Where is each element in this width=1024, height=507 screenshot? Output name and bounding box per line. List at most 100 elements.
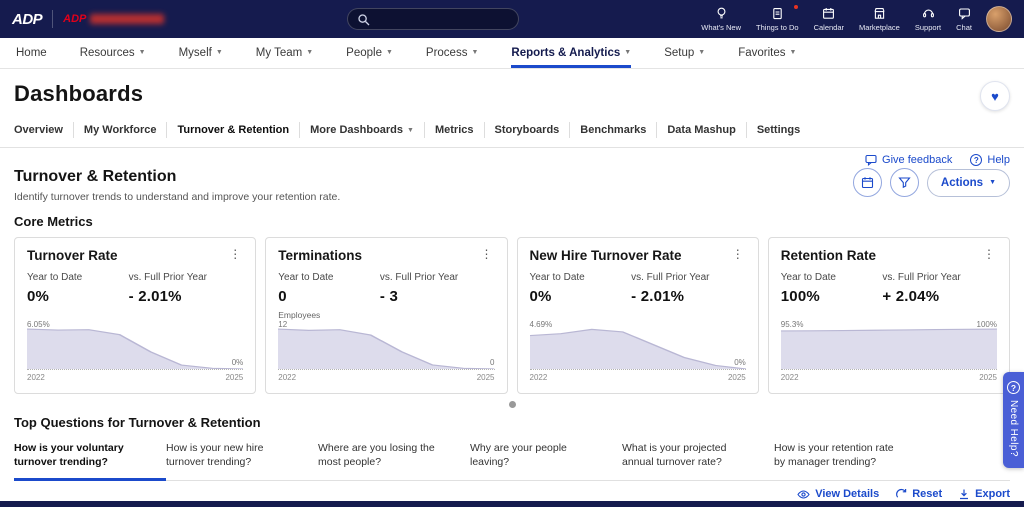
tab-metrics[interactable]: Metrics (424, 122, 484, 138)
nav-item-my-team[interactable]: My Team▼ (256, 38, 313, 68)
main-nav: Home Resources▼ Myself▼ My Team▼ People▼… (0, 38, 1024, 69)
question-tab-voluntary-turnover[interactable]: How is your voluntary turnover trending? (14, 438, 166, 481)
nav-item-reports-analytics[interactable]: Reports & Analytics▼ (511, 38, 631, 68)
things-to-do-button[interactable]: Things to Do (756, 6, 799, 32)
unit-label (530, 310, 746, 321)
section-header-text: Turnover & Retention Identify turnover t… (14, 168, 340, 203)
view-details-label: View Details (815, 488, 879, 500)
value-number: 0% (27, 288, 129, 305)
kebab-menu-icon[interactable]: ⋮ (479, 248, 495, 260)
search-input[interactable] (376, 13, 518, 25)
tab-label: More Dashboards (310, 124, 403, 136)
nav-item-people[interactable]: People▼ (346, 38, 393, 68)
kebab-menu-icon[interactable]: ⋮ (730, 248, 746, 260)
reset-link[interactable]: Reset (895, 488, 942, 500)
chat-bubble-icon (957, 6, 972, 21)
chat-button[interactable]: Chat (956, 6, 972, 32)
filter-button[interactable] (890, 168, 919, 197)
value-label: vs. Full Prior Year (380, 272, 482, 283)
export-link[interactable]: Export (958, 488, 1010, 500)
date-range-button[interactable] (853, 168, 882, 197)
value-label: Year to Date (781, 272, 883, 283)
favorite-button[interactable]: ♥ (980, 81, 1010, 111)
card-terminations: Terminations ⋮ Year to Date 0 vs. Full P… (265, 237, 507, 394)
need-help-tab[interactable]: ? Need Help? (1003, 372, 1024, 468)
chevron-down-icon: ▼ (407, 127, 414, 134)
actions-button[interactable]: Actions ▼ (927, 169, 1010, 197)
value-number: - 3 (380, 288, 482, 305)
chevron-down-icon: ▼ (386, 49, 393, 56)
user-avatar[interactable] (986, 6, 1012, 32)
value-label: Year to Date (278, 272, 380, 283)
chart-x-axis: 2022 2025 (278, 373, 494, 382)
filter-icon (898, 176, 911, 189)
storefront-icon (872, 6, 887, 21)
nav-item-process[interactable]: Process▼ (426, 38, 478, 68)
search-bar[interactable] (347, 8, 519, 30)
sparkline-chart: 6.05% 0% (27, 322, 243, 370)
tab-data-mashup[interactable]: Data Mashup (656, 122, 745, 138)
top-bar: ADP ADP What's New Things to Do (0, 0, 1024, 38)
feedback-bubble-icon (865, 154, 877, 166)
value-col: Year to Date 0 (278, 272, 380, 305)
company-logo: ADP (63, 13, 164, 25)
chevron-down-icon: ▼ (471, 49, 478, 56)
nav-label: Reports & Analytics (511, 47, 620, 59)
tab-more-dashboards[interactable]: More Dashboards ▼ (299, 122, 424, 138)
search-icon (357, 13, 370, 26)
view-details-link[interactable]: View Details (797, 488, 879, 500)
need-help-label: Need Help? (1008, 400, 1019, 457)
nav-item-resources[interactable]: Resources▼ (80, 38, 146, 68)
top-questions-heading: Top Questions for Turnover & Retention (14, 415, 1010, 430)
tab-settings[interactable]: Settings (746, 122, 810, 138)
chevron-down-icon: ▼ (989, 179, 996, 186)
x-start-label: 2022 (278, 373, 296, 382)
value-number: - 2.01% (631, 288, 733, 305)
things-to-do-label: Things to Do (756, 23, 799, 32)
tab-storyboards[interactable]: Storyboards (484, 122, 570, 138)
marketplace-label: Marketplace (859, 23, 900, 32)
adp-logo: ADP (12, 11, 42, 28)
tab-label: Turnover & Retention (177, 124, 289, 136)
card-title: Retention Rate (781, 248, 876, 263)
tab-turnover-retention[interactable]: Turnover & Retention (166, 122, 299, 138)
value-col: vs. Full Prior Year - 2.01% (631, 272, 733, 305)
question-tab-projected-annual[interactable]: What is your projected annual turnover r… (622, 438, 774, 481)
value-label: vs. Full Prior Year (882, 272, 984, 283)
question-tab-losing-most-people[interactable]: Where are you losing the most people? (318, 438, 470, 481)
nav-item-favorites[interactable]: Favorites▼ (738, 38, 796, 68)
nav-item-setup[interactable]: Setup▼ (664, 38, 705, 68)
card-title: New Hire Turnover Rate (530, 248, 682, 263)
question-mark-icon: ? (1007, 381, 1020, 394)
whats-new-button[interactable]: What's New (701, 6, 741, 32)
calendar-button[interactable]: Calendar (814, 6, 844, 32)
carousel-dot[interactable] (509, 401, 516, 408)
help-link[interactable]: ? Help (970, 154, 1010, 166)
x-start-label: 2022 (27, 373, 45, 382)
marketplace-button[interactable]: Marketplace (859, 6, 900, 32)
give-feedback-link[interactable]: Give feedback (865, 154, 952, 166)
tab-my-workforce[interactable]: My Workforce (73, 122, 167, 138)
metric-cards-row: Turnover Rate ⋮ Year to Date 0% vs. Full… (14, 237, 1010, 394)
nav-item-myself[interactable]: Myself▼ (179, 38, 223, 68)
tab-overview[interactable]: Overview (14, 122, 73, 138)
tab-label: Settings (757, 124, 800, 136)
question-tab-people-leaving[interactable]: Why are your people leaving? (470, 438, 622, 481)
tab-benchmarks[interactable]: Benchmarks (569, 122, 656, 138)
card-values: Year to Date 100% vs. Full Prior Year + … (781, 272, 997, 305)
help-label: Help (987, 154, 1010, 166)
support-button[interactable]: Support (915, 6, 941, 32)
card-title: Terminations (278, 248, 362, 263)
chart-end-label: 0% (232, 358, 244, 367)
logo-divider (52, 10, 53, 28)
x-end-label: 2025 (728, 373, 746, 382)
kebab-menu-icon[interactable]: ⋮ (981, 248, 997, 260)
value-col: Year to Date 0% (27, 272, 129, 305)
kebab-menu-icon[interactable]: ⋮ (227, 248, 243, 260)
question-tab-new-hire-turnover[interactable]: How is your new hire turnover trending? (166, 438, 318, 481)
footer-links: View Details Reset Export (797, 488, 1010, 500)
question-tab-retention-by-manager[interactable]: How is your retention rate by manager tr… (774, 438, 926, 481)
value-col: vs. Full Prior Year + 2.04% (882, 272, 984, 305)
notification-badge (793, 4, 799, 10)
nav-item-home[interactable]: Home (16, 38, 47, 68)
